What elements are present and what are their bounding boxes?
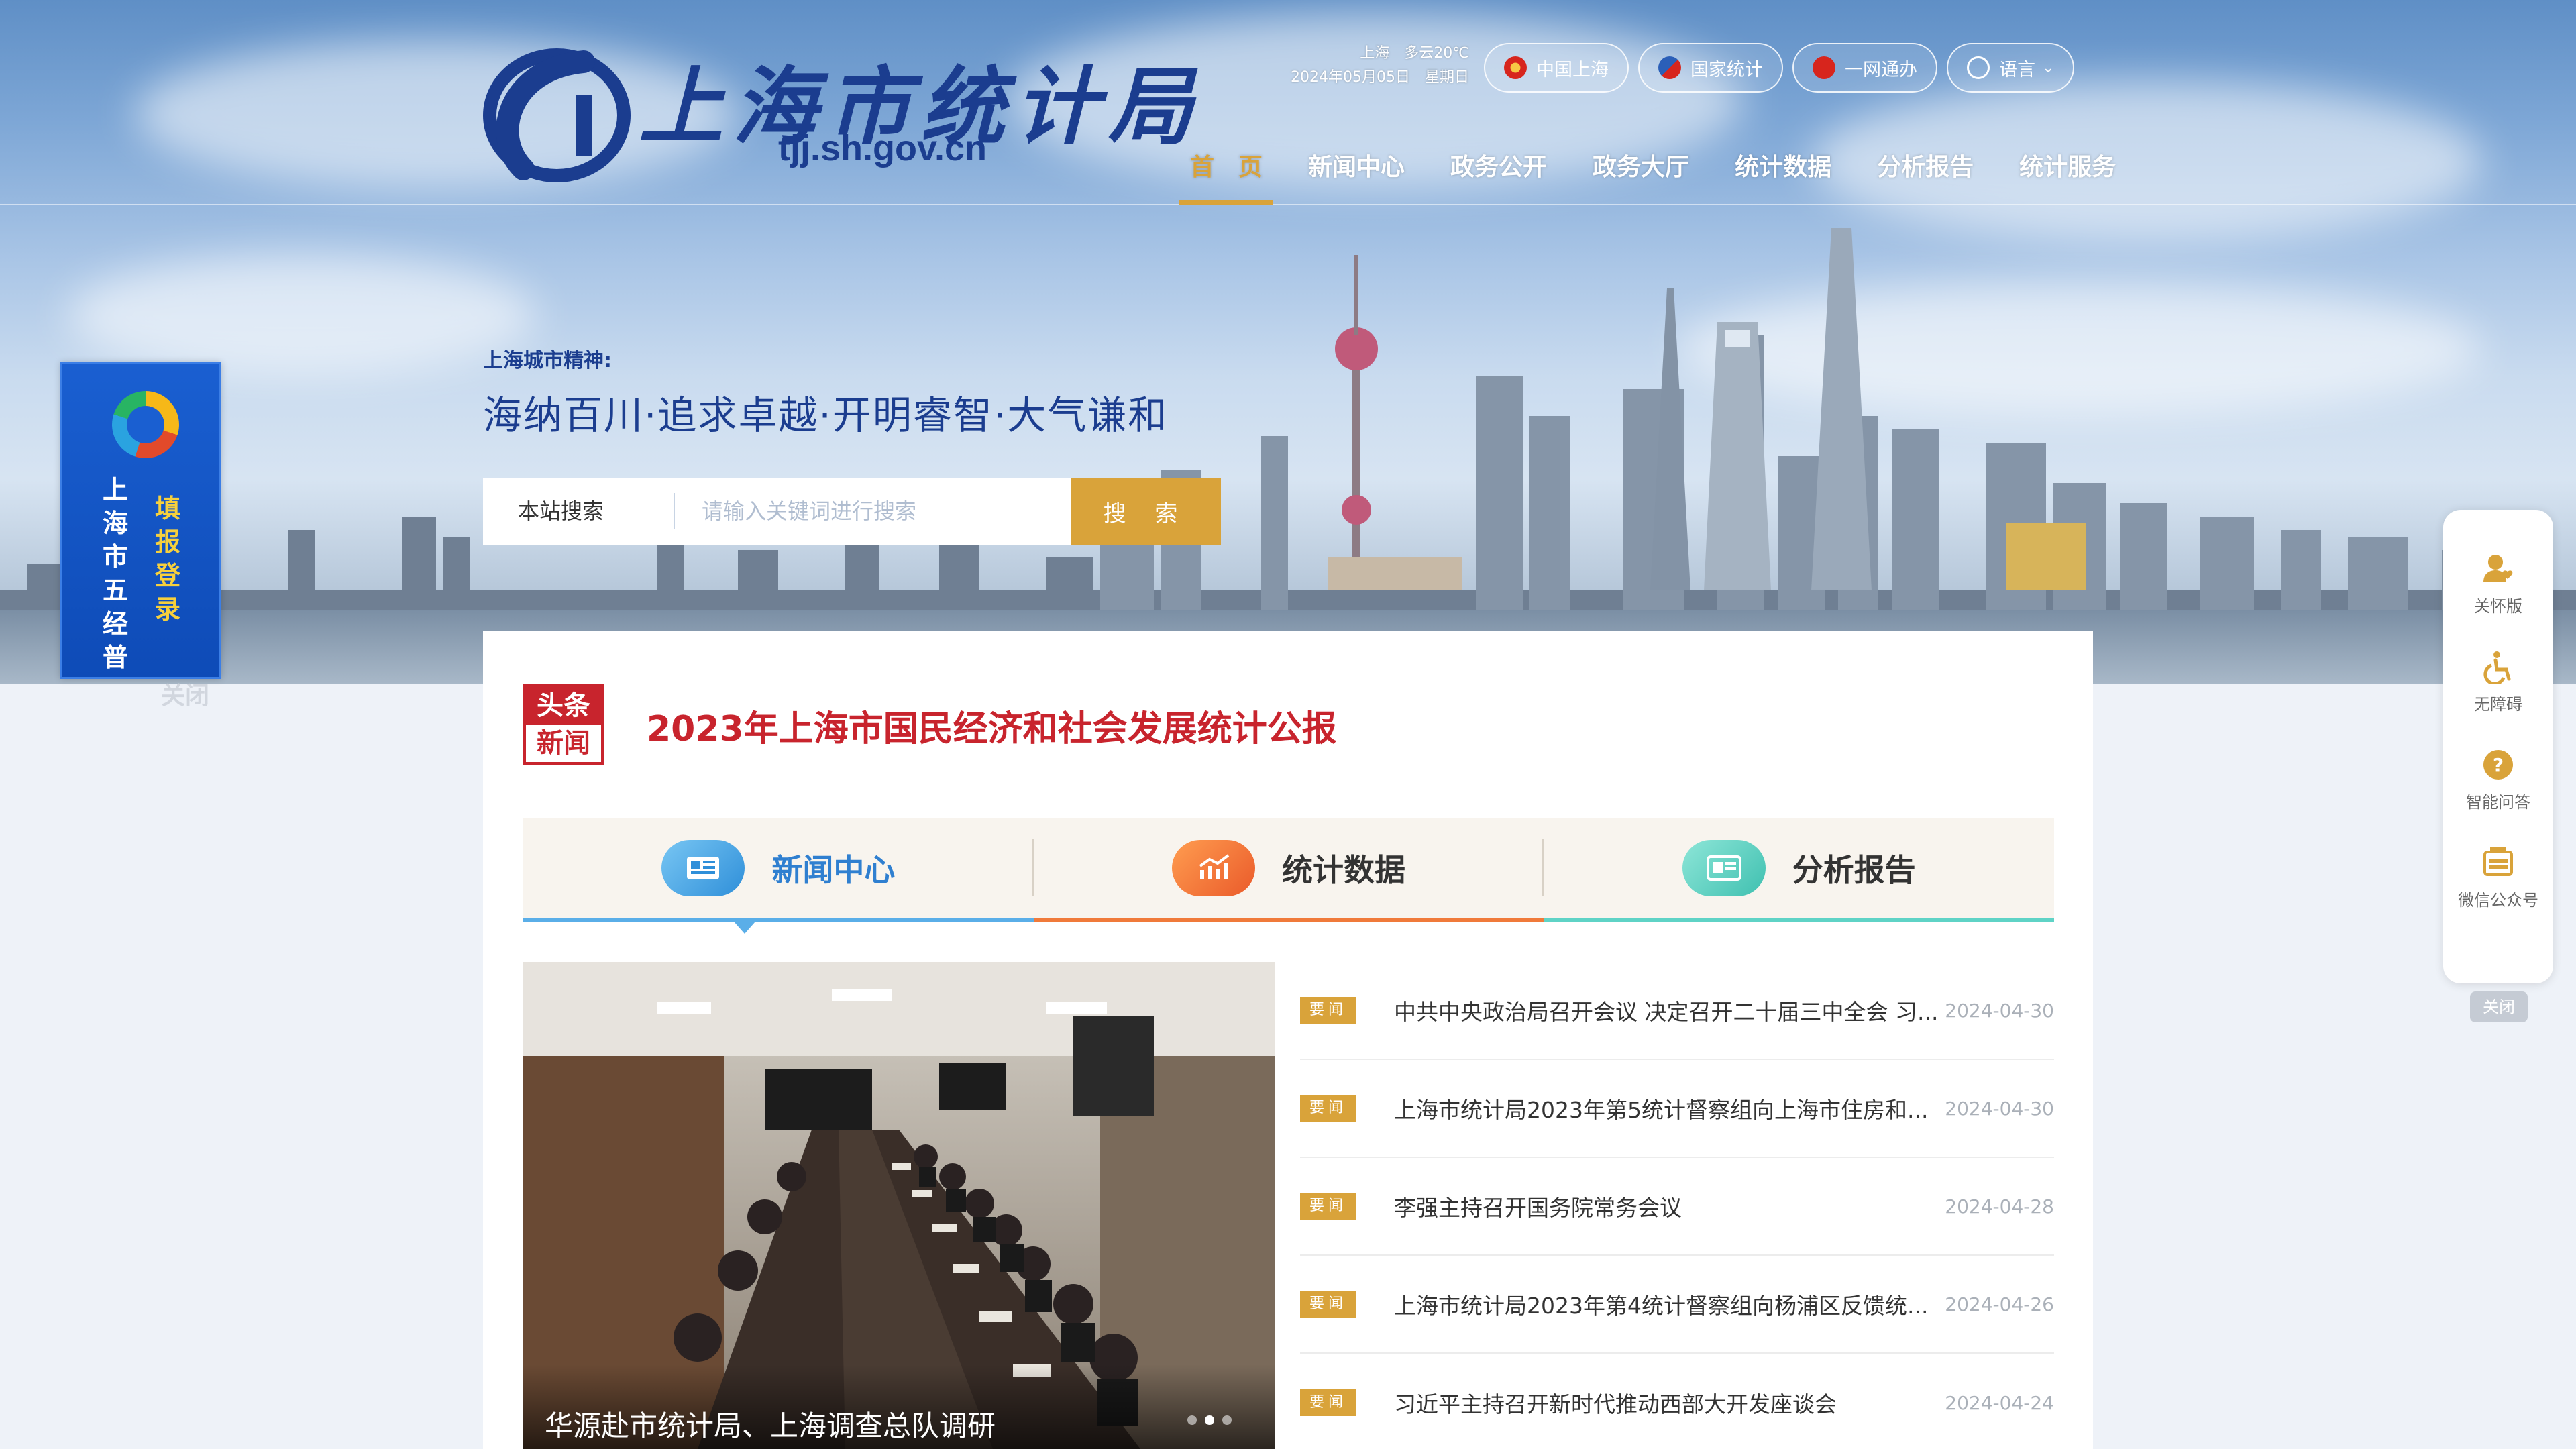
svg-text:?: ?	[2493, 754, 2504, 776]
national-stats-icon	[1658, 56, 1681, 79]
news-title[interactable]: 上海市统计局2023年第5统计督察组向上海市住房和...	[1394, 1092, 1940, 1124]
tab-analysis-reports-label: 分析报告	[1792, 852, 1916, 888]
smart-qa-button[interactable]: ? 智能问答	[2443, 747, 2553, 812]
city-spirit-label: 上海城市精神:	[483, 349, 612, 372]
site-header: 上海市统计局 tjj.sh.gov.cn 上海 多云20℃ 2024年05月05…	[0, 0, 2576, 205]
news-date: 2024-04-30	[1945, 999, 2054, 1022]
census-ad-close-button[interactable]: 关闭	[161, 676, 209, 711]
accessibility-icon	[2483, 651, 2511, 684]
news-tag: 要闻	[1300, 997, 1356, 1024]
one-net-label: 一网通办	[1845, 59, 1917, 80]
national-stats-link[interactable]: 国家统计	[1638, 43, 1783, 93]
language-label: 语言	[1999, 59, 2035, 80]
city-spirit-slogan: 海纳百川·追求卓越·开明睿智·大气谦和	[483, 392, 1169, 438]
national-stats-label: 国家统计	[1690, 59, 1763, 80]
logo-url: tjj.sh.gov.cn	[778, 128, 987, 168]
weather-widget: 上海 多云20℃ 2024年05月05日 星期日	[1275, 42, 1469, 90]
census-ad-action: 填报登录	[154, 493, 180, 624]
smart-qa-label: 智能问答	[2466, 793, 2530, 812]
search-scope[interactable]: 本站搜索	[483, 493, 675, 529]
news-tag: 要闻	[1300, 1095, 1356, 1122]
news-item[interactable]: 要闻 李强主持召开国务院常务会议 2024-04-28	[1300, 1158, 2054, 1256]
headline-badge: 头条 新闻	[523, 684, 604, 765]
main-content-card: 头条 新闻 2023年上海市国民经济和社会发展统计公报 新闻中心 统计数据 分析…	[483, 631, 2093, 1449]
weather-text: 上海 多云20℃	[1360, 45, 1469, 62]
census-logo-icon	[112, 391, 179, 458]
care-user-icon	[2483, 555, 2513, 582]
tab-news-center[interactable]: 新闻中心	[523, 818, 1034, 922]
care-mode-button[interactable]: 关怀版	[2443, 551, 2553, 616]
tab-stat-data[interactable]: 统计数据	[1033, 818, 1544, 922]
news-date: 2024-04-30	[1945, 1097, 2054, 1120]
accessibility-button[interactable]: 无障碍	[2443, 649, 2553, 714]
nav-analysis-reports[interactable]: 分析报告	[1854, 149, 1996, 205]
carousel-dot-2[interactable]	[1205, 1415, 1214, 1425]
news-title[interactable]: 中共中央政治局召开会议 决定召开二十届三中全会 习...	[1394, 994, 1940, 1026]
news-date: 2024-04-24	[1945, 1391, 2054, 1414]
news-title[interactable]: 李强主持召开国务院常务会议	[1394, 1190, 1940, 1222]
census-ad-title: 上海市五经普	[102, 474, 128, 672]
section-tabs: 新闻中心 统计数据 分析报告	[523, 818, 2055, 922]
globe-icon	[1967, 56, 1990, 79]
question-icon: ?	[2483, 750, 2513, 780]
news-title[interactable]: 上海市统计局2023年第4统计督察组向杨浦区反馈统...	[1394, 1288, 1940, 1320]
newspaper-icon	[661, 840, 745, 896]
carousel-dot-1[interactable]	[1187, 1415, 1197, 1425]
date-text: 2024年05月05日 星期日	[1291, 69, 1469, 86]
headline-link[interactable]: 2023年上海市国民经济和社会发展统计公报	[647, 700, 1337, 751]
nav-home[interactable]: 首 页	[1167, 149, 1285, 205]
main-nav: 首 页 新闻中心 政务公开 政务大厅 统计数据 分析报告 统计服务	[1167, 149, 2139, 205]
news-item[interactable]: 要闻 中共中央政治局召开会议 决定召开二十届三中全会 习... 2024-04-…	[1300, 962, 2054, 1060]
language-dropdown[interactable]: 语言 ⌄	[1947, 43, 2075, 93]
tab-analysis-reports[interactable]: 分析报告	[1544, 818, 2055, 922]
carousel-dot-3[interactable]	[1222, 1415, 1232, 1425]
chevron-down-icon: ⌄	[2042, 59, 2055, 76]
headline-badge-top: 头条	[526, 687, 601, 724]
nav-stat-services[interactable]: 统计服务	[1996, 149, 2139, 205]
care-mode-label: 关怀版	[2474, 597, 2522, 616]
tab-news-center-label: 新闻中心	[771, 852, 896, 888]
feature-photo-caption: 华源赴市统计局、上海调查总队调研	[523, 1364, 1275, 1449]
active-tab-pointer	[734, 922, 755, 934]
report-icon	[1682, 840, 1766, 896]
census-login-ad[interactable]: 上海市五经普 填报登录	[60, 362, 221, 679]
shanghai-emblem-icon	[1504, 56, 1527, 79]
nav-news-center[interactable]: 新闻中心	[1285, 149, 1428, 205]
news-date: 2024-04-26	[1945, 1293, 2054, 1316]
nav-gov-affairs[interactable]: 政务公开	[1428, 149, 1570, 205]
site-logo[interactable]: 上海市统计局 tjj.sh.gov.cn	[483, 39, 1193, 183]
one-net-icon	[1813, 56, 1835, 79]
right-toolbar: 关怀版 无障碍 ? 智能问答 微信公众号	[2443, 510, 2553, 983]
search-input[interactable]	[675, 478, 1071, 545]
search-bar: 本站搜索 搜 索	[483, 478, 1221, 545]
one-net-link[interactable]: 一网通办	[1792, 43, 1937, 93]
chart-trend-icon	[1172, 840, 1255, 896]
china-shanghai-link[interactable]: 中国上海	[1484, 43, 1629, 93]
wechat-account-icon	[2483, 847, 2513, 876]
accessibility-label: 无障碍	[2474, 695, 2522, 714]
news-item[interactable]: 要闻 上海市统计局2023年第4统计督察组向杨浦区反馈统... 2024-04-…	[1300, 1256, 2054, 1354]
logo-emblem-icon	[483, 48, 631, 182]
nav-gov-hall[interactable]: 政务大厅	[1570, 149, 1712, 205]
top-links: 中国上海 国家统计 一网通办 语言 ⌄	[1484, 43, 2075, 93]
carousel-dots	[1187, 1415, 1232, 1425]
news-tag: 要闻	[1300, 1291, 1356, 1318]
news-list: 要闻 中共中央政治局召开会议 决定召开二十届三中全会 习... 2024-04-…	[1300, 962, 2054, 1449]
feature-photo-carousel[interactable]: 华源赴市统计局、上海调查总队调研	[523, 962, 1275, 1449]
headline-badge-bottom: 新闻	[537, 727, 590, 759]
news-tag: 要闻	[1300, 1389, 1356, 1416]
tab-stat-data-label: 统计数据	[1282, 852, 1405, 888]
news-item[interactable]: 要闻 习近平主持召开新时代推动西部大开发座谈会 2024-04-24	[1300, 1354, 2054, 1449]
wechat-account-label: 微信公众号	[2458, 891, 2538, 910]
china-shanghai-label: 中国上海	[1536, 59, 1609, 80]
news-item[interactable]: 要闻 上海市统计局2023年第5统计督察组向上海市住房和... 2024-04-…	[1300, 1060, 2054, 1158]
nav-stat-data[interactable]: 统计数据	[1712, 149, 1854, 205]
news-date: 2024-04-28	[1945, 1195, 2054, 1218]
right-toolbar-close-button[interactable]: 关闭	[2470, 991, 2528, 1022]
news-title[interactable]: 习近平主持召开新时代推动西部大开发座谈会	[1394, 1387, 1940, 1419]
search-button[interactable]: 搜 索	[1071, 478, 1221, 545]
news-tag: 要闻	[1300, 1193, 1356, 1220]
wechat-account-button[interactable]: 微信公众号	[2443, 845, 2553, 910]
